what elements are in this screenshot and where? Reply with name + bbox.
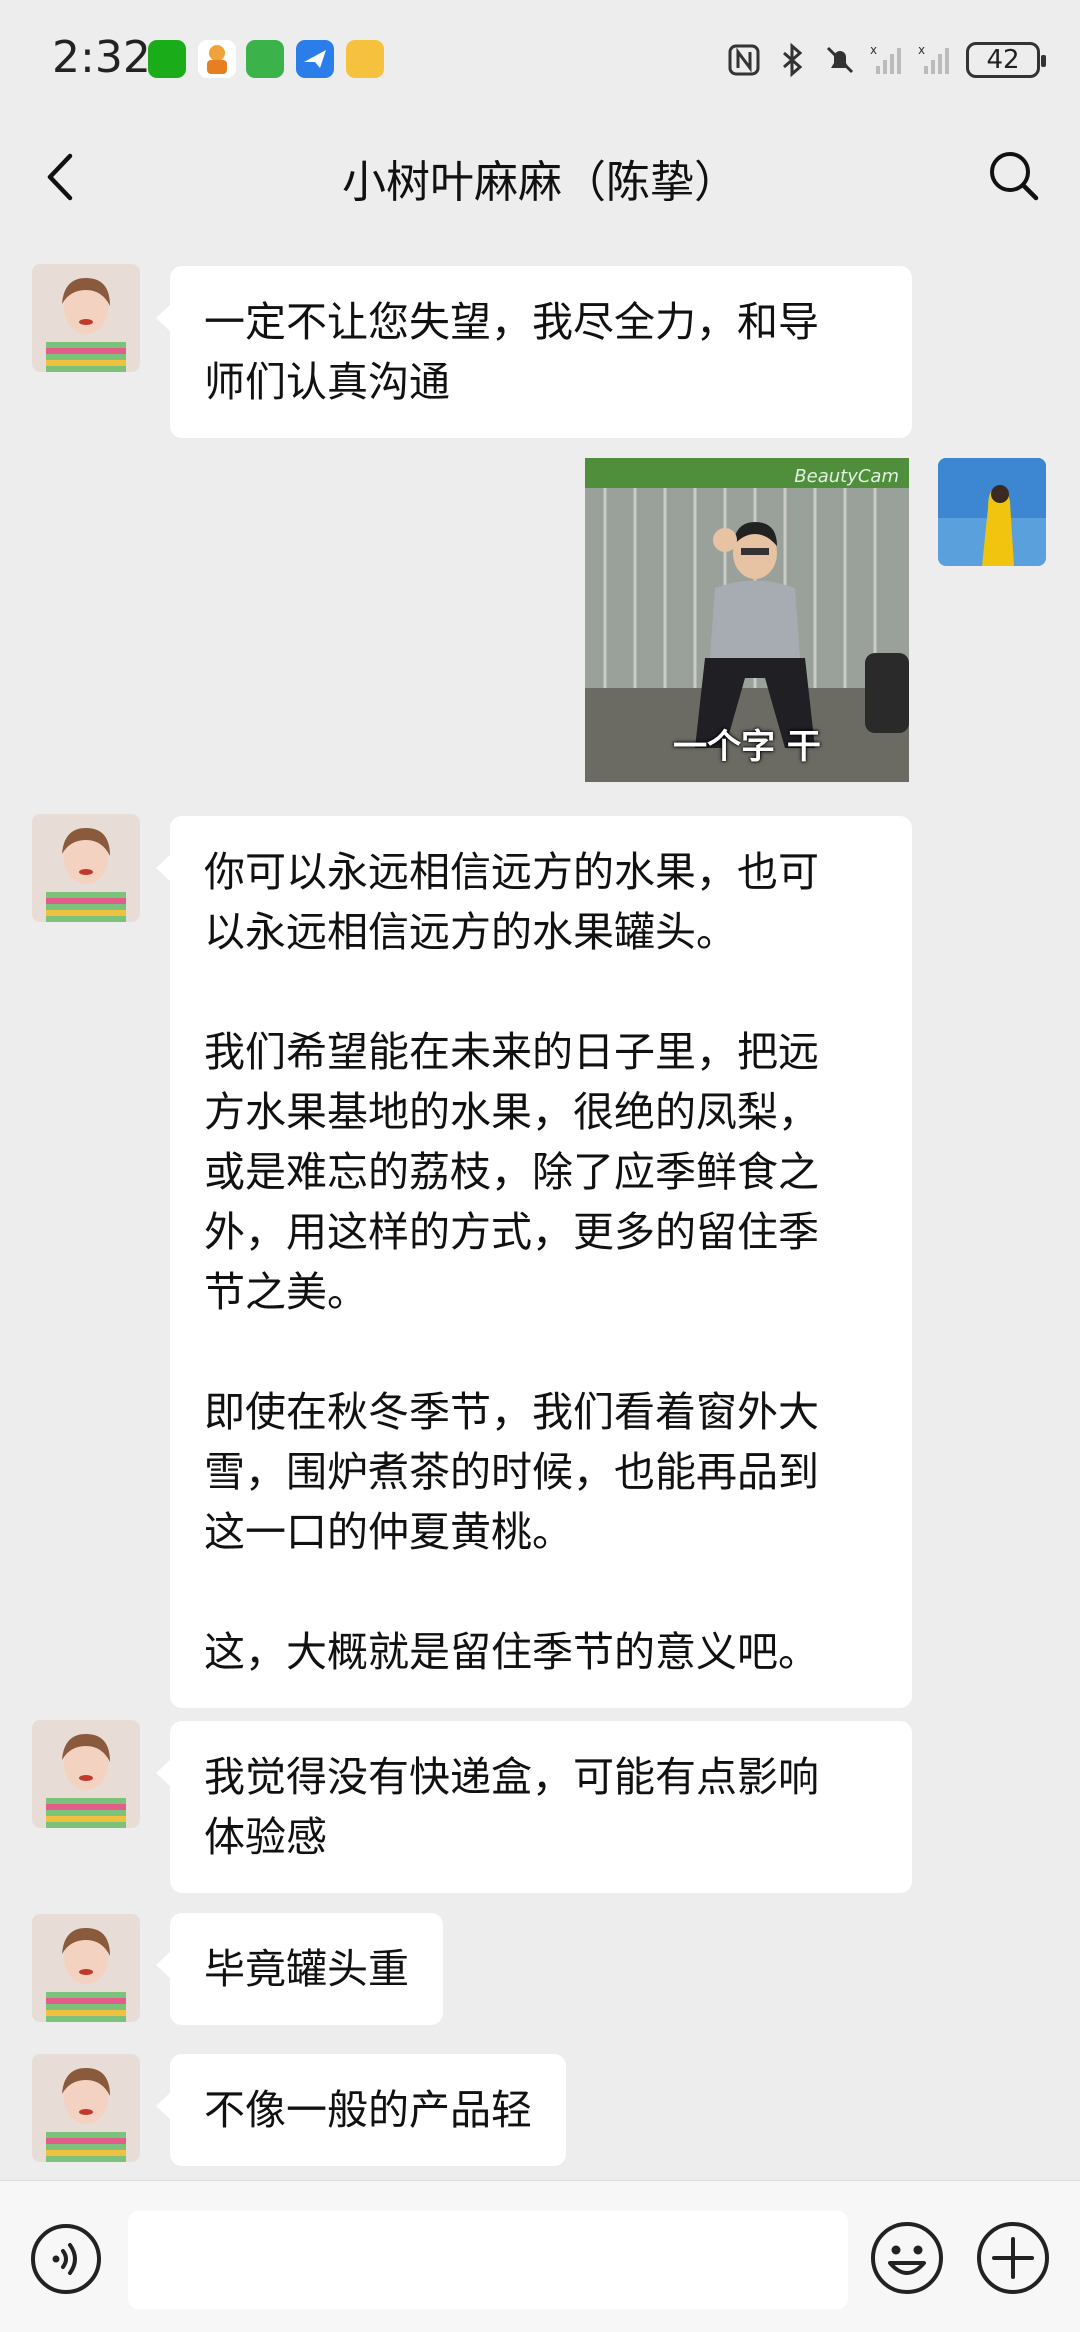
contact-avatar[interactable] xyxy=(32,1720,140,1828)
contact-avatar[interactable] xyxy=(32,264,140,372)
signal-icon-2: x xyxy=(918,43,949,74)
signal-icon-1: x xyxy=(870,43,901,74)
nfc-icon xyxy=(728,44,760,76)
photo-watermark: BeautyCam xyxy=(794,466,899,487)
chat-title: 小树叶麻麻（陈挚） xyxy=(342,157,738,208)
search-icon[interactable] xyxy=(986,148,1040,202)
mute-bell-icon xyxy=(826,46,854,74)
message-image[interactable]: BeautyCam 一个字 干 xyxy=(585,458,909,782)
status-time: 2:32 xyxy=(52,32,151,83)
voice-input-icon[interactable] xyxy=(30,2223,102,2295)
svg-text:x: x xyxy=(918,43,925,57)
input-bar xyxy=(0,2180,1080,2332)
app-icon-green-square xyxy=(246,40,284,78)
plus-icon[interactable] xyxy=(976,2221,1050,2295)
battery-indicator: 42 xyxy=(966,42,1046,78)
app-icon-yellow-duck xyxy=(346,40,384,78)
bluetooth-icon xyxy=(783,42,803,78)
message-bubble[interactable]: 你可以永远相信远方的水果，也可 以永远相信远方的水果罐头。 我们希望能在未来的日… xyxy=(156,816,912,1708)
emoji-icon[interactable] xyxy=(870,2221,944,2295)
message-bubble[interactable]: 不像一般的产品轻 xyxy=(156,2054,566,2166)
my-avatar[interactable] xyxy=(938,458,1046,566)
status-bar: 2:32 x x 42 xyxy=(0,0,1080,120)
message-bubble[interactable]: 我觉得没有快递盒，可能有点影响 体验感 xyxy=(156,1721,912,1893)
message-bubble[interactable]: 一定不让您失望，我尽全力，和导 师们认真沟通 xyxy=(156,266,912,438)
svg-text:x: x xyxy=(870,43,877,57)
contact-avatar[interactable] xyxy=(32,1914,140,2022)
message-input[interactable] xyxy=(128,2211,848,2309)
system-icons: x x 42 xyxy=(726,40,1046,80)
app-icon-green xyxy=(148,40,186,78)
chat-header: 小树叶麻麻（陈挚） xyxy=(0,120,1080,230)
photo-caption: 一个字 干 xyxy=(673,727,821,767)
app-icon-orange xyxy=(198,40,236,78)
contact-avatar[interactable] xyxy=(32,2054,140,2162)
contact-avatar[interactable] xyxy=(32,814,140,922)
app-icon-blue-plane xyxy=(296,40,334,78)
message-bubble[interactable]: 毕竟罐头重 xyxy=(156,1913,443,2025)
